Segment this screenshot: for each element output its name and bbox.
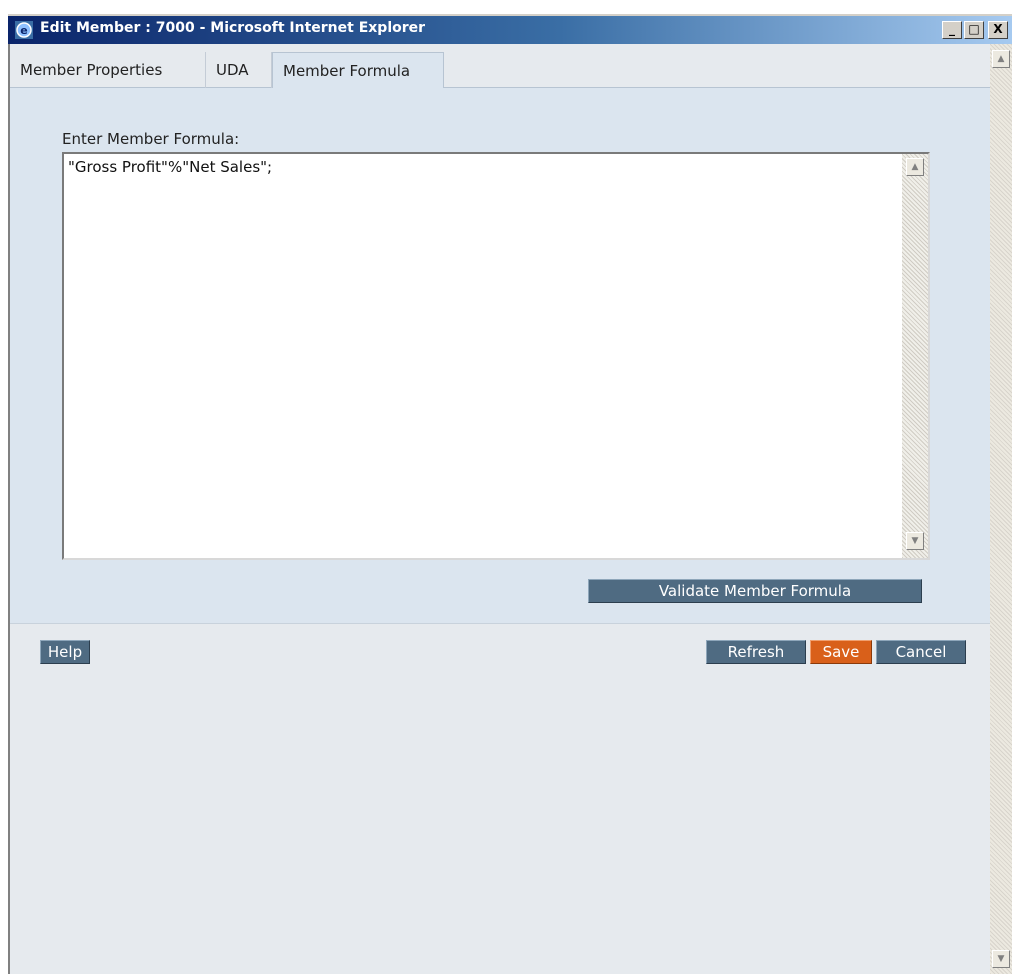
dialog-content: Member Properties UDA Member Formula Ent…	[10, 44, 990, 974]
close-button[interactable]: X	[988, 21, 1008, 39]
maximize-button[interactable]: □	[964, 21, 984, 39]
formula-textarea[interactable]: "Gross Profit"%"Net Sales"; ▲ ▼	[62, 152, 930, 560]
validate-formula-button[interactable]: Validate Member Formula	[588, 579, 922, 603]
tab-bar: Member Properties UDA Member Formula	[10, 52, 990, 88]
refresh-button[interactable]: Refresh	[706, 640, 806, 664]
tab-member-formula[interactable]: Member Formula	[272, 52, 444, 88]
title-bar: e Edit Member : 7000 - Microsoft Interne…	[8, 14, 1012, 44]
window-title: Edit Member : 7000 - Microsoft Internet …	[40, 20, 426, 36]
internet-explorer-icon: e	[15, 21, 33, 39]
scroll-down-icon[interactable]: ▼	[992, 950, 1010, 968]
scroll-down-icon[interactable]: ▼	[906, 532, 924, 550]
tab-member-properties[interactable]: Member Properties	[10, 52, 206, 88]
window-scrollbar[interactable]: ▲ ▼	[990, 44, 1012, 974]
tab-uda[interactable]: UDA	[206, 52, 272, 88]
scroll-up-icon[interactable]: ▲	[992, 50, 1010, 68]
formula-label: Enter Member Formula:	[62, 130, 240, 148]
formula-scrollbar[interactable]: ▲ ▼	[902, 154, 928, 558]
minimize-button[interactable]: _	[942, 21, 962, 39]
help-button[interactable]: Help	[40, 640, 90, 664]
formula-text[interactable]: "Gross Profit"%"Net Sales";	[68, 158, 272, 176]
cancel-button[interactable]: Cancel	[876, 640, 966, 664]
scroll-up-icon[interactable]: ▲	[906, 158, 924, 176]
save-button[interactable]: Save	[810, 640, 872, 664]
svg-text:e: e	[20, 24, 27, 37]
